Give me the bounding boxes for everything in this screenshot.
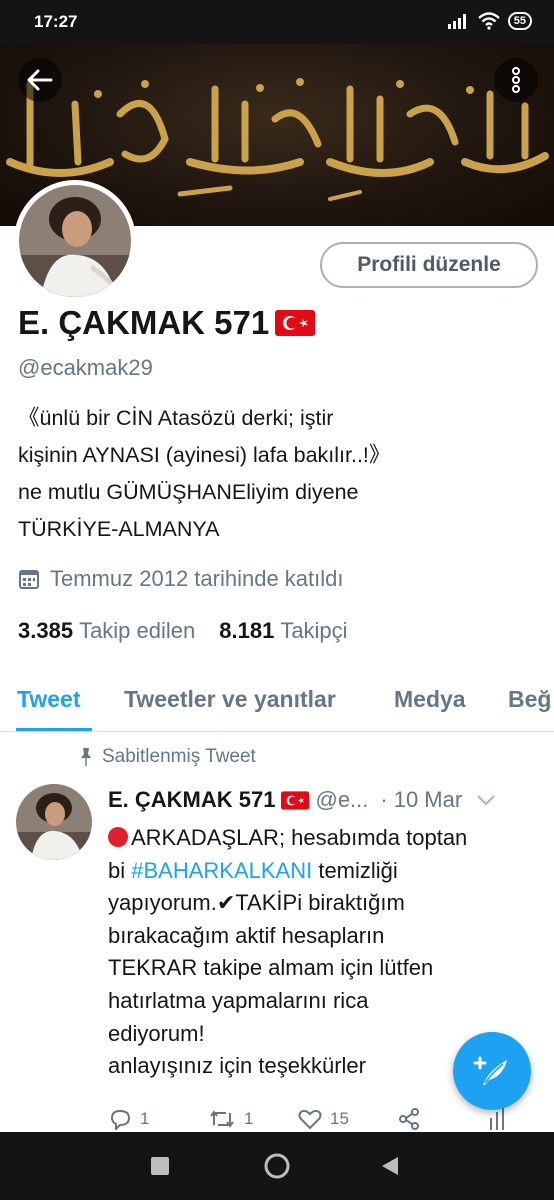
like-button[interactable]: 15: [298, 1108, 398, 1130]
back-arrow-icon: [27, 69, 53, 91]
following-link[interactable]: 3.385 Takip edilen: [18, 618, 195, 644]
chevron-down-icon[interactable]: [476, 793, 496, 807]
pinned-text: Sabitlenmiş Tweet: [102, 746, 256, 767]
bio-line: kişinin AYNASI (ayinesi) lafa bakılır..!…: [18, 443, 391, 467]
reply-button[interactable]: 1: [108, 1108, 208, 1130]
turkish-flag-icon: [275, 310, 316, 336]
signal-icon: [447, 14, 466, 29]
retweet-count: 1: [244, 1109, 254, 1128]
followers-label: Takipçi: [280, 618, 348, 643]
tweet-line: temizliği: [312, 857, 398, 883]
tweet-line: bi: [108, 857, 132, 883]
bio-line: ne mutlu GÜMÜŞHANEliyim diyene: [18, 480, 359, 504]
status-bar: 17:27 55: [0, 0, 554, 44]
tweet-actions: 1 1 15: [108, 1108, 538, 1130]
share-icon: [399, 1108, 419, 1130]
profile-name: E. ÇAKMAK 571: [18, 304, 270, 341]
calendar-icon: [19, 570, 39, 589]
reply-icon: [110, 1109, 131, 1130]
profile-bio: 《ünlü bir CİN Atasözü derki; iştir kişin…: [18, 400, 538, 548]
pinned-label: Sabitlenmiş Tweet: [80, 746, 256, 768]
heart-icon: [298, 1109, 322, 1130]
following-label: Takip edilen: [79, 618, 196, 643]
status-time: 17:27: [34, 12, 78, 31]
tweet-date: 10 Mar: [393, 787, 463, 812]
system-navigation-bar: [0, 1132, 554, 1200]
joined-date: Temmuz 2012 tarihinde katıldı: [18, 566, 344, 592]
red-circle-emoji: [108, 827, 128, 847]
bio-line: TÜRKİYE-ALMANYA: [18, 517, 220, 541]
following-count: 3.385: [18, 618, 74, 643]
back-nav-icon[interactable]: [380, 1156, 400, 1176]
tab-tweets-and-replies[interactable]: Tweetler ve yanıtlar: [124, 686, 336, 713]
analytics-button[interactable]: [488, 1108, 506, 1130]
tweet-header: E. ÇAKMAK 571 @e... · 10 Mar: [108, 787, 538, 813]
turkish-flag-icon: [281, 790, 310, 810]
compose-tweet-button[interactable]: [453, 1032, 531, 1110]
tweet-separator: ·: [380, 787, 388, 812]
share-button[interactable]: [398, 1108, 488, 1130]
more-vertical-icon: [512, 67, 520, 93]
tab-media[interactable]: Medya: [394, 686, 466, 713]
tab-likes[interactable]: Beğ: [508, 686, 551, 713]
follow-stats: 3.385 Takip edilen 8.181 Takipçi: [18, 618, 348, 644]
back-button[interactable]: [18, 58, 62, 102]
reply-count: 1: [140, 1109, 150, 1128]
like-count: 15: [330, 1109, 349, 1128]
battery-indicator: 55: [507, 12, 532, 30]
retweet-icon: [210, 1110, 234, 1128]
followers-link[interactable]: 8.181 Takipçi: [219, 618, 347, 644]
avatar-photo: [19, 185, 131, 297]
followers-count: 8.181: [219, 618, 275, 643]
profile-tabs: Tweet Tweetler ve yanıtlar Medya Beğ: [0, 680, 554, 732]
joined-text: Temmuz 2012 tarihinde katıldı: [50, 566, 344, 591]
analytics-icon: [490, 1108, 504, 1130]
tweet-author-name[interactable]: E. ÇAKMAK 571: [108, 787, 275, 813]
active-tab-indicator: [16, 728, 92, 731]
profile-avatar[interactable]: [14, 180, 136, 302]
recent-apps-icon[interactable]: [150, 1156, 170, 1176]
profile-name-row: E. ÇAKMAK 571: [18, 304, 316, 342]
tweet-line: yapıyorum.✔TAKİPi biraktığım: [108, 890, 405, 916]
profile-handle: @ecakmak29: [18, 355, 153, 380]
compose-tweet-icon: [473, 1056, 507, 1085]
bio-line: 《ünlü bir CİN Atasözü derki; iştir: [18, 406, 334, 430]
tweet-line: hatırlatma yapmalarını rica: [108, 987, 369, 1013]
wifi-icon: [477, 12, 500, 30]
edit-profile-button[interactable]: Profili düzenle: [320, 242, 538, 288]
retweet-button[interactable]: 1: [208, 1109, 298, 1129]
tweet-line: bırakacağım aktif hesapların: [108, 922, 385, 948]
tweet-line: ARKADAŞLAR; hesabımda toptan: [131, 825, 468, 850]
tweet-avatar[interactable]: [16, 784, 92, 860]
hashtag-link[interactable]: #BAHARKALKANI: [131, 858, 312, 883]
more-options-button[interactable]: [494, 58, 538, 102]
home-icon[interactable]: [263, 1152, 291, 1180]
tweet-line: TEKRAR takipe almam için lütfen: [108, 955, 434, 981]
status-icons: 55: [447, 12, 532, 30]
tab-tweets[interactable]: Tweet: [17, 686, 80, 713]
tweet-author-handle: @e...: [315, 787, 369, 812]
pin-icon: [81, 748, 91, 766]
